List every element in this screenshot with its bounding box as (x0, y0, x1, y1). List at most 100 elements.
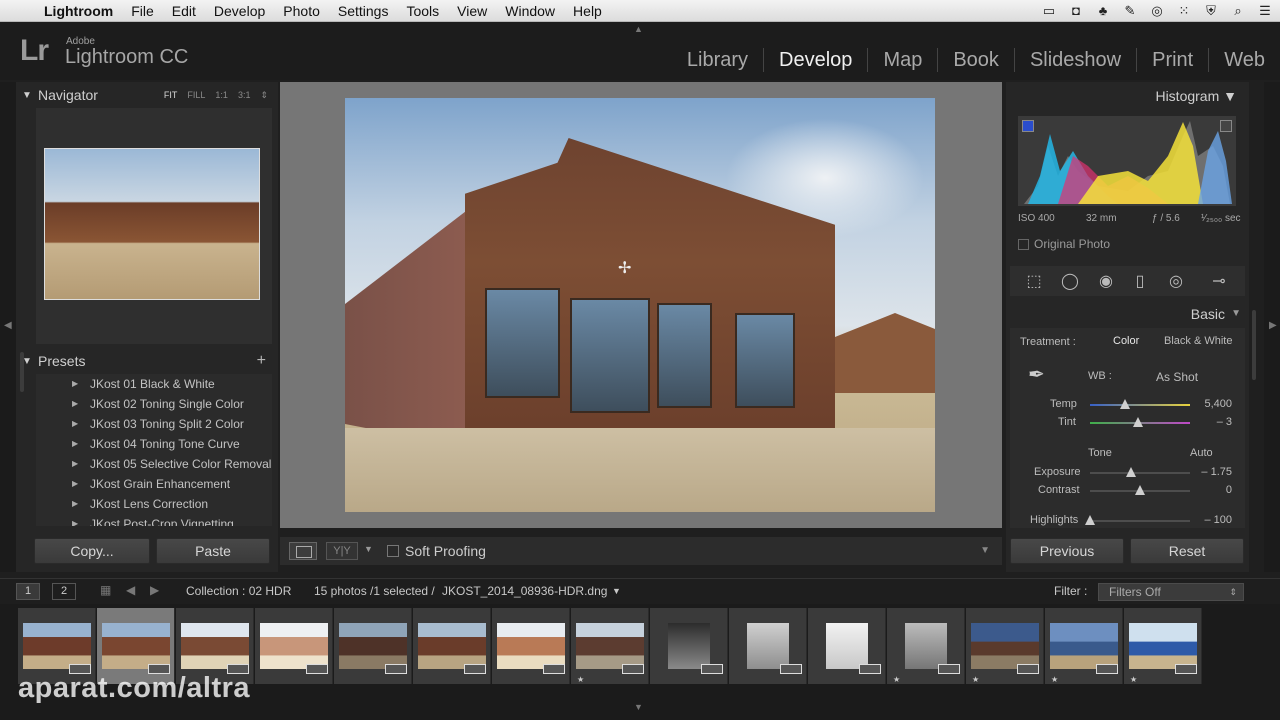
preset-folder[interactable]: ▶ JKost 02 Toning Single Color (36, 394, 272, 414)
menu-file[interactable]: File (122, 0, 163, 22)
module-library[interactable]: Library (672, 48, 763, 72)
filmstrip-thumb[interactable] (255, 608, 333, 684)
module-develop[interactable]: Develop (763, 48, 867, 72)
basic-header[interactable]: Basic (1191, 306, 1225, 322)
tint-value[interactable]: – 3 (1182, 416, 1232, 428)
filename-dropdown-icon[interactable]: ▼ (612, 586, 621, 596)
graduated-filter-icon[interactable]: ▯ (1130, 272, 1150, 292)
zoom-stepper-icon[interactable]: ⇕ (260, 90, 268, 101)
highlights-slider[interactable] (1085, 515, 1190, 525)
shadow-clipping-icon[interactable] (1022, 120, 1034, 132)
tint-slider[interactable] (1090, 417, 1190, 427)
module-print[interactable]: Print (1136, 48, 1208, 72)
filter-select[interactable]: Filters Off ⇕ (1098, 583, 1244, 601)
wb-select[interactable]: As Shot (1156, 370, 1198, 384)
highlights-value[interactable]: – 100 (1182, 514, 1232, 526)
display-icon[interactable]: ▭ (1040, 4, 1058, 18)
exposure-slider[interactable] (1090, 467, 1190, 477)
treatment-color[interactable]: Color (1113, 335, 1139, 347)
before-after-button[interactable]: Y|Y (326, 542, 358, 560)
previous-button[interactable]: Previous (1010, 538, 1124, 564)
search-icon[interactable]: ⌕ (1229, 4, 1247, 18)
preset-folder[interactable]: ▶ JKost Lens Correction (36, 494, 272, 514)
auto-tone-button[interactable]: Auto (1190, 447, 1213, 459)
crop-overlay-icon[interactable]: ⬚ (1024, 272, 1044, 292)
contrast-slider[interactable] (1090, 485, 1190, 495)
filmstrip-thumb[interactable] (808, 608, 886, 684)
preset-folder[interactable]: ▶ JKost Post-Crop Vignetting (36, 514, 272, 526)
navigator-header[interactable]: ▼ Navigator FIT FILL 1:1 3:1 ⇕ (16, 82, 278, 108)
menu-window[interactable]: Window (496, 0, 564, 22)
temp-value[interactable]: 5,400 (1182, 398, 1232, 410)
histogram[interactable] (1018, 116, 1236, 206)
module-map[interactable]: Map (867, 48, 937, 72)
contrast-value[interactable]: 0 (1182, 484, 1232, 496)
zoom-1-1[interactable]: 1:1 (215, 90, 228, 101)
camera-icon[interactable]: ◘ (1067, 4, 1085, 18)
menu-tools[interactable]: Tools (397, 0, 448, 22)
copy-button[interactable]: Copy... (34, 538, 150, 564)
left-scrollbar[interactable] (20, 352, 24, 392)
shield-icon[interactable]: ⛨ (1202, 4, 1220, 18)
secondary-window-button[interactable]: 2 (52, 583, 76, 600)
red-eye-icon[interactable]: ◉ (1096, 272, 1116, 292)
grid-view-icon[interactable]: ▦ (100, 583, 111, 597)
reset-button[interactable]: Reset (1130, 538, 1244, 564)
selected-filename[interactable]: JKOST_2014_08936-HDR.dng (442, 584, 607, 598)
menu-photo[interactable]: Photo (274, 0, 329, 22)
menu-develop[interactable]: Develop (205, 0, 274, 22)
preset-folder[interactable]: ▶ JKost Grain Enhancement (36, 474, 272, 494)
wb-eyedropper-icon[interactable]: ✒ (1028, 362, 1045, 387)
preset-folder[interactable]: ▶ JKost 01 Black & White (36, 374, 272, 394)
right-scrollbar[interactable] (1252, 310, 1256, 380)
add-preset-icon[interactable]: + (257, 352, 266, 370)
right-panel-toggle[interactable]: ▶ (1264, 82, 1280, 572)
preset-folder[interactable]: ▶ JKost 03 Toning Split 2 Color (36, 414, 272, 434)
tint-knob[interactable] (1133, 417, 1143, 427)
primary-window-button[interactable]: 1 (16, 583, 40, 600)
temp-slider[interactable] (1090, 399, 1190, 409)
zoom-fit[interactable]: FIT (164, 90, 178, 101)
filmstrip-thumb[interactable] (650, 608, 728, 684)
preset-folder[interactable]: ▶ JKost 05 Selective Color Removal (36, 454, 272, 474)
radial-filter-icon[interactable]: ◎ (1166, 272, 1186, 292)
module-slideshow[interactable]: Slideshow (1013, 48, 1136, 72)
evernote-icon[interactable]: ♣ (1094, 4, 1112, 18)
filmstrip-thumb[interactable] (413, 608, 491, 684)
back-arrow-icon[interactable]: ◀ (126, 583, 135, 597)
filmstrip-thumb[interactable]: ★ (1124, 608, 1202, 684)
temp-knob[interactable] (1120, 399, 1130, 409)
main-photo[interactable]: ✢ (345, 98, 935, 512)
filmstrip-thumb[interactable] (492, 608, 570, 684)
forward-arrow-icon[interactable]: ▶ (150, 583, 159, 597)
filmstrip-thumb[interactable] (729, 608, 807, 684)
left-panel-toggle[interactable]: ◀ (0, 82, 16, 572)
soft-proofing-checkbox[interactable] (387, 545, 399, 557)
list-icon[interactable]: ☰ (1256, 4, 1274, 18)
navigator-thumbnail[interactable] (44, 148, 260, 300)
menu-edit[interactable]: Edit (163, 0, 205, 22)
menu-settings[interactable]: Settings (329, 0, 398, 22)
filmstrip-thumb[interactable] (334, 608, 412, 684)
original-photo-checkbox[interactable] (1018, 239, 1029, 250)
module-book[interactable]: Book (937, 48, 1014, 72)
loupe-view-icon[interactable] (289, 542, 317, 560)
paste-button[interactable]: Paste (156, 538, 270, 564)
creative-cloud-icon[interactable]: ◎ (1148, 4, 1166, 18)
zoom-3-1[interactable]: 3:1 (238, 90, 251, 101)
presets-header[interactable]: ▼ Presets + (16, 348, 278, 374)
module-web[interactable]: Web (1208, 48, 1280, 72)
histogram-header[interactable]: Histogram ▼ (1155, 88, 1237, 104)
grid-icon[interactable]: ⁙ (1175, 4, 1193, 18)
filmstrip-thumb[interactable]: ★ (571, 608, 649, 684)
preset-folder[interactable]: ▶ JKost 04 Toning Tone Curve (36, 434, 272, 454)
collection-label[interactable]: Collection : 02 HDR (186, 584, 291, 598)
filmstrip-thumb[interactable]: ★ (887, 608, 965, 684)
collapse-top-icon[interactable]: ▲ (634, 24, 643, 34)
contrast-knob[interactable] (1135, 485, 1145, 495)
spot-removal-icon[interactable]: ◯ (1060, 272, 1080, 292)
zoom-fill[interactable]: FILL (187, 90, 205, 101)
menu-lightroom[interactable]: Lightroom (36, 0, 122, 22)
filmstrip-thumb[interactable]: ★ (1045, 608, 1123, 684)
collapse-filmstrip-icon[interactable]: ▼ (634, 702, 643, 712)
